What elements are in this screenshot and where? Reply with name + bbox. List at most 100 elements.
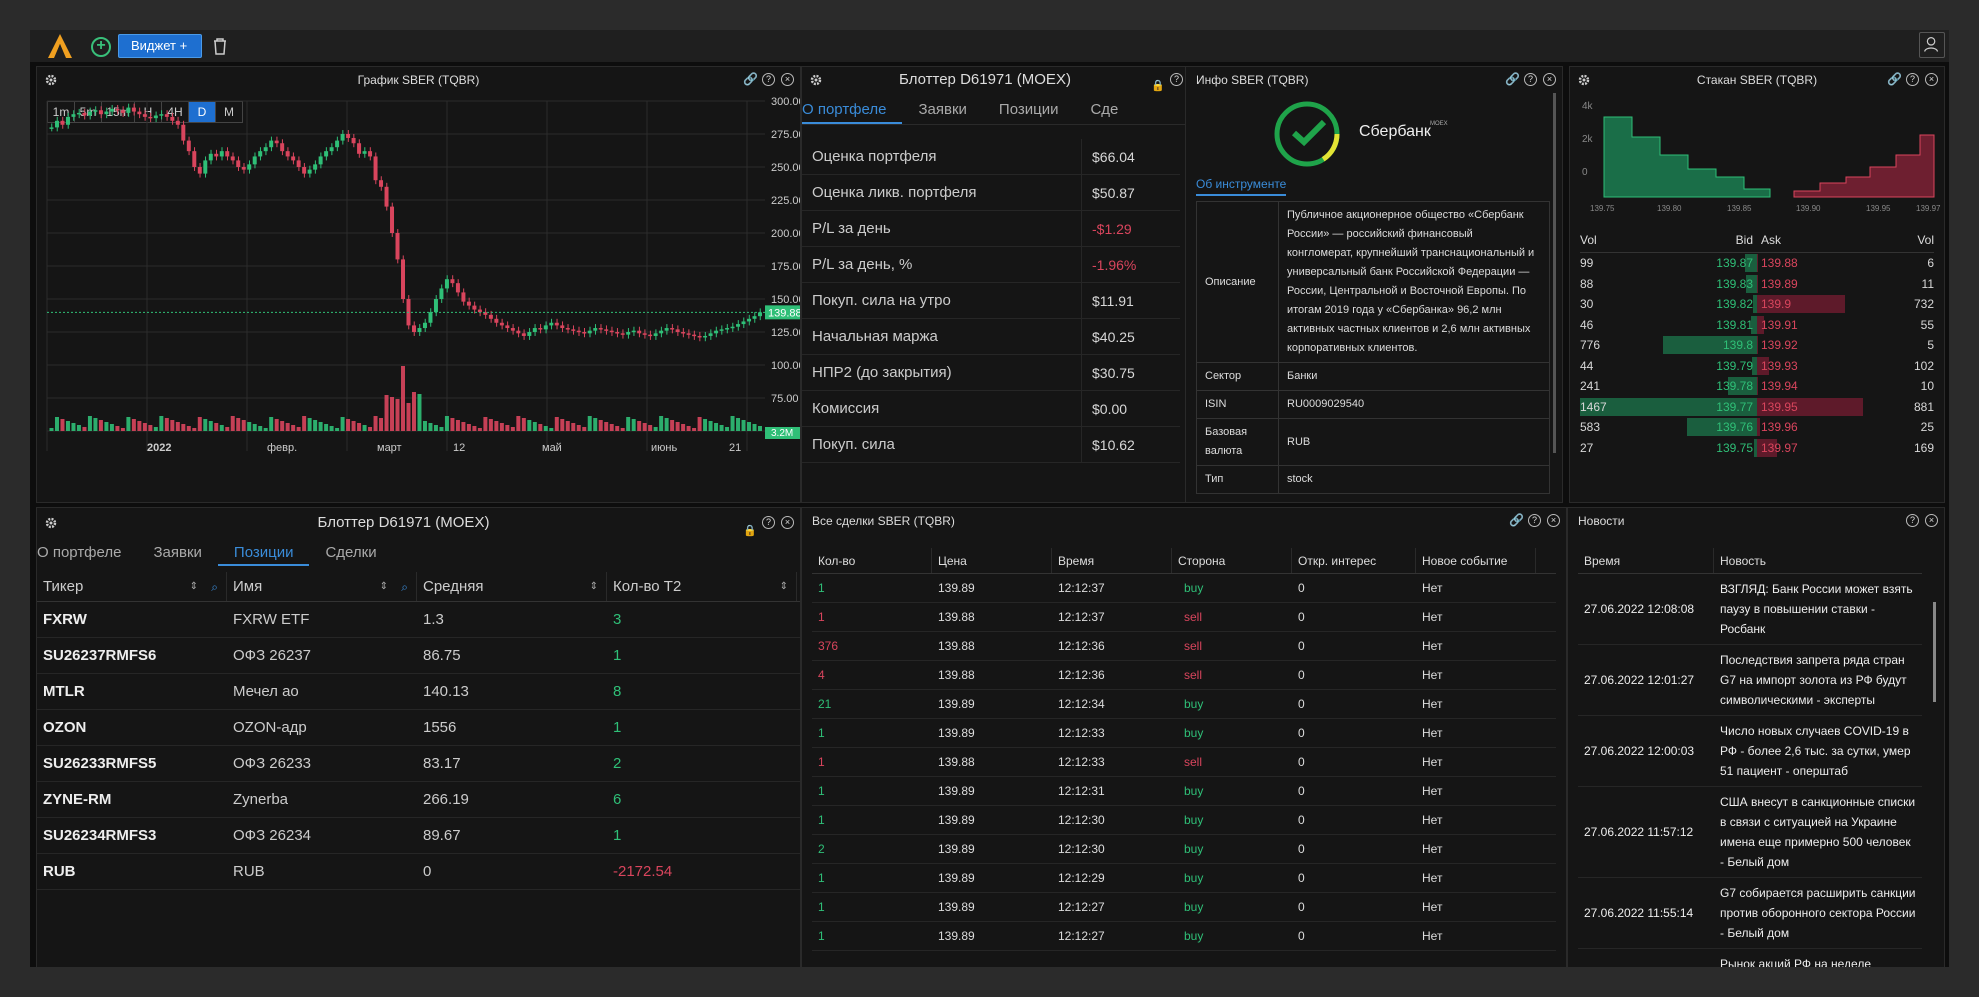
tab-portfolio[interactable]: О портфеле: [802, 97, 903, 124]
close-icon[interactable]: ×: [1547, 514, 1560, 527]
trash-icon[interactable]: [210, 36, 230, 56]
positions-column-header[interactable]: Кол-во T2 ⇕: [607, 572, 797, 601]
candle: [186, 140, 191, 152]
position-row[interactable]: OZON OZON-адр 1556 1: [37, 710, 800, 746]
orderbook-row[interactable]: 583 139.76 139.96 25: [1580, 417, 1934, 438]
trade-qty: 2: [818, 842, 825, 856]
info-scrollbar[interactable]: [1553, 93, 1556, 453]
trade-side: sell: [1184, 639, 1203, 653]
add-circle-icon[interactable]: +: [91, 37, 111, 57]
position-row[interactable]: SU26234RMFS3 ОФЗ 26234 89.67 1: [37, 818, 800, 854]
candle: [131, 107, 136, 112]
volume-bar: [439, 427, 444, 431]
add-widget-button[interactable]: Виджет +: [118, 34, 202, 58]
tab-orders[interactable]: Заявки: [137, 544, 217, 566]
close-icon[interactable]: ×: [1543, 73, 1556, 86]
help-icon[interactable]: ?: [762, 73, 775, 86]
positions-column-header[interactable]: Средняя ⇕: [417, 572, 607, 601]
link-icon[interactable]: 🔗: [1887, 73, 1902, 86]
orderbook-row[interactable]: 27 139.75 139.97 169: [1580, 438, 1934, 459]
trades-column-header[interactable]: Сторона: [1172, 548, 1292, 573]
volume-label: 3.2M: [771, 428, 793, 439]
news-headline: Последствия запрета ряда стран G7 на имп…: [1720, 653, 1907, 707]
tab-about-instrument[interactable]: Об инструменте: [1196, 177, 1287, 196]
link-icon[interactable]: 🔗: [1505, 73, 1520, 86]
link-icon[interactable]: 🔗: [743, 73, 758, 86]
news-item[interactable]: 27.06.2022 12:01:27 Последствия запрета р…: [1578, 645, 1922, 716]
help-icon[interactable]: ?: [1906, 73, 1919, 86]
trades-column-header[interactable]: Время: [1052, 548, 1172, 573]
help-icon[interactable]: ?: [762, 516, 775, 529]
trades-column-header[interactable]: Кол-во: [812, 548, 932, 573]
link-icon[interactable]: 🔗: [1509, 514, 1524, 527]
candle: [604, 329, 609, 331]
ask-price: 139.93: [1761, 358, 1798, 373]
close-icon[interactable]: ×: [1925, 514, 1938, 527]
positions-column-header[interactable]: Имя ⇕ ⌕: [227, 572, 417, 601]
tab-positions[interactable]: Позиции: [217, 544, 310, 566]
position-row[interactable]: FXRW FXRW ETF 1.3 3: [37, 602, 800, 638]
position-row[interactable]: SU26233RMFS5 ОФЗ 26233 83.17 2: [37, 746, 800, 782]
position-row[interactable]: RUB RUB 0 -2172.54: [37, 854, 800, 890]
help-icon[interactable]: ?: [1906, 514, 1919, 527]
news-column-header[interactable]: Время: [1578, 548, 1714, 573]
orderbook-row[interactable]: 30 139.82 139.9 732: [1580, 294, 1934, 315]
trade-time: 12:12:34: [1058, 697, 1105, 711]
orderbook-row[interactable]: 776 139.8 139.92 5: [1580, 335, 1934, 356]
orderbook-row[interactable]: 88 139.83 139.89 11: [1580, 274, 1934, 295]
volume-bar: [329, 426, 334, 431]
sort-icon[interactable]: ⇕: [590, 572, 598, 602]
news-item[interactable]: 27.06.2022 12:08:08 ВЗГЛЯД: Банк России м…: [1578, 574, 1922, 645]
orderbook-row[interactable]: 99 139.87 139.88 6: [1580, 253, 1934, 274]
y-tick-label: 300.00: [771, 96, 801, 108]
news-scrollbar[interactable]: [1933, 602, 1936, 702]
news-column-header[interactable]: Новость: [1714, 548, 1766, 573]
candle: [362, 151, 367, 154]
news-item[interactable]: 27.06.2022 11:57:12 США внесут в санкцион…: [1578, 787, 1922, 878]
positions-column-header[interactable]: Тикер ⇕ ⌕: [37, 572, 227, 601]
trades-column-header[interactable]: Цена: [932, 548, 1052, 573]
volume-bar: [368, 427, 373, 431]
news-item[interactable]: 27.06.2022 11:55:14 G7 собирается расшири…: [1578, 878, 1922, 949]
news-item[interactable]: 27.06.2022 12:00:03 Число новых случаев C…: [1578, 716, 1922, 787]
orderbook-row[interactable]: 241 139.78 139.94 10: [1580, 376, 1934, 397]
lock-icon[interactable]: 🔒: [1151, 73, 1165, 92]
close-icon[interactable]: ×: [1925, 73, 1938, 86]
candle: [505, 325, 510, 329]
volume-bar: [170, 420, 175, 431]
depth-x-tick: 139.85: [1727, 204, 1752, 213]
trade-side: buy: [1184, 581, 1204, 595]
news-item[interactable]: Рынок акций РФ на неделе останется: [1578, 949, 1922, 967]
position-row[interactable]: ZYNE-RM Zynerba 266.19 6: [37, 782, 800, 818]
close-icon[interactable]: ×: [781, 516, 794, 529]
volume-bar: [192, 428, 197, 431]
volume-bar: [357, 423, 362, 431]
candlestick-chart[interactable]: 300.00 275.00 250.00 225.00 200.00 175.00 150.…: [37, 95, 801, 503]
tab-portfolio[interactable]: О портфеле: [37, 544, 137, 566]
trades-column-header[interactable]: Новое событие: [1416, 548, 1536, 573]
orderbook-row[interactable]: 44 139.79 139.93 102: [1580, 356, 1934, 377]
lock-icon[interactable]: 🔒: [743, 516, 757, 537]
tab-positions[interactable]: Позиции: [983, 97, 1075, 124]
ask-price: 139.88: [1761, 256, 1798, 270]
help-icon[interactable]: ?: [1524, 73, 1537, 86]
close-icon[interactable]: ×: [781, 73, 794, 86]
tab-trades[interactable]: Сделки: [309, 544, 392, 566]
tab-trades[interactable]: Сде: [1074, 97, 1134, 124]
trades-column-header[interactable]: Откр. интерес: [1292, 548, 1416, 573]
position-row[interactable]: MTLR Мечел ао 140.13 8: [37, 674, 800, 710]
orderbook-row[interactable]: 1467 139.77 139.95 881: [1580, 397, 1934, 418]
help-icon[interactable]: ?: [1528, 514, 1541, 527]
blotter-summary-panel: Блоттер D61971 (MOEX) 🔒?× О портфеле Зая…: [801, 66, 1209, 503]
sort-icon[interactable]: ⇕: [190, 572, 198, 602]
search-icon[interactable]: ⌕: [401, 572, 408, 602]
tab-orders[interactable]: Заявки: [902, 97, 982, 124]
sort-icon[interactable]: ⇕: [380, 572, 388, 602]
position-row[interactable]: SU26237RMFS6 ОФЗ 26237 86.75 1: [37, 638, 800, 674]
help-icon[interactable]: ?: [1170, 73, 1183, 86]
sort-icon[interactable]: ⇕: [780, 572, 788, 602]
orderbook-row[interactable]: 46 139.81 139.91 55: [1580, 315, 1934, 336]
user-button[interactable]: [1919, 32, 1945, 58]
search-icon[interactable]: ⌕: [211, 572, 218, 602]
volume-bar: [197, 417, 202, 431]
